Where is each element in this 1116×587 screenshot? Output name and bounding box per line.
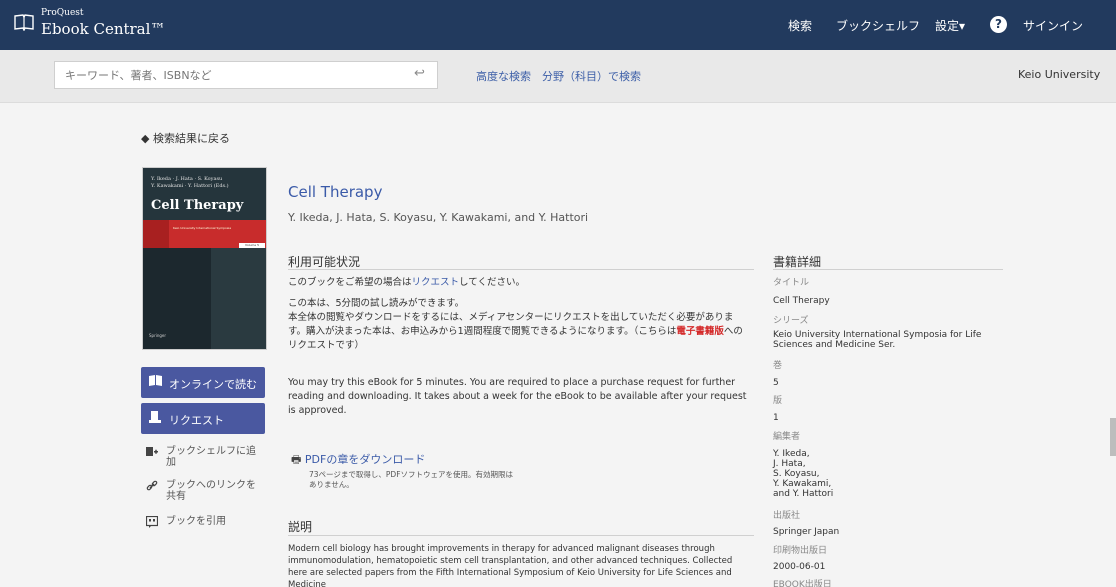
details-publisher-label: 出版社 (773, 511, 801, 521)
details-print-date-label: 印刷物出版日 (773, 546, 828, 556)
details-heading: 書籍詳細 (773, 255, 822, 269)
quote-icon (145, 515, 159, 531)
printer-icon: 🖶 (291, 453, 302, 466)
open-book-icon (149, 375, 162, 389)
book-authors: Y. Ikeda, J. Hata, S. Koyasu, Y. Kawakam… (288, 211, 589, 224)
details-edition-label: 版 (773, 396, 783, 406)
cover-publisher: Springer (149, 333, 167, 338)
logo-ebook-central[interactable]: Ebook Central™ (41, 20, 165, 38)
cite-book-link[interactable]: ブックを引用 (141, 515, 266, 531)
scrollbar-thumb[interactable] (1110, 418, 1116, 456)
cover-title: Cell Therapy (151, 198, 244, 213)
cover-series-text: Keio University International Symposia (173, 226, 232, 230)
help-icon[interactable]: ? (990, 16, 1007, 33)
ebook-version-link[interactable]: 電子書籍版 (676, 326, 724, 337)
pdf-download-note: 73ページまで取得し、PDFソフトウェアを使用。有効期限はありません。 (309, 470, 514, 489)
editor-item: Y. Kawakami, (773, 479, 832, 489)
request-button[interactable]: リクエスト (141, 403, 265, 434)
add-to-bookshelf-label: ブックシェルフに追加 (166, 446, 256, 468)
details-title-label: タイトル (773, 278, 810, 288)
request-line-post: してください。 (459, 277, 525, 288)
details-divider (773, 269, 1003, 270)
request-icon (149, 411, 161, 426)
enter-icon[interactable]: ↩ (414, 66, 425, 81)
top-bar: ProQuest Ebook Central™ 検索 ブックシェルフ 設定▾ ?… (0, 0, 1116, 50)
back-link-label: 検索結果に戻る (152, 132, 230, 145)
read-online-button[interactable]: オンラインで読む (141, 367, 265, 398)
institution-name: Keio University (1018, 68, 1101, 81)
cover-dark-block-right (211, 248, 266, 349)
description-heading: 説明 (288, 520, 313, 534)
search-bar: ↩ 高度な検索 分野（科目）で検索 Keio University (0, 50, 1116, 103)
details-publisher-value: Springer Japan (773, 527, 840, 537)
request-line-pre: このブックをご希望の場合は (288, 277, 412, 288)
pdf-download-link[interactable]: 🖶 PDFの章をダウンロード (291, 451, 425, 470)
nav-search[interactable]: 検索 (788, 17, 812, 34)
nav-bookshelf[interactable]: ブックシェルフ (836, 17, 920, 34)
link-icon (146, 480, 158, 495)
details-edition-value: 1 (773, 413, 779, 423)
availability-japanese-text: この本は、5分間の試し読みができます。本全体の閲覧やダウンロードをするには、メデ… (288, 297, 748, 353)
cover-authors-line1: Y. Ikeda · J. Hata · S. Koyasu (151, 176, 223, 182)
pdf-download-label: PDFの章をダウンロード (304, 453, 426, 466)
details-volume-label: 巻 (773, 361, 783, 371)
description-text: Modern cell biology has brought improvem… (288, 544, 733, 587)
book-cover: Y. Ikeda · J. Hata · S. Koyasu Y. Kawaka… (142, 167, 267, 350)
nav-settings[interactable]: 設定▾ (935, 17, 965, 34)
details-series-value: Keio University International Symposia f… (773, 330, 982, 350)
request-label: リクエスト (169, 414, 224, 427)
share-link-label: ブックへのリンクを共有 (166, 480, 256, 502)
logo-proquest[interactable]: ProQuest (41, 8, 84, 18)
subject-search-link[interactable]: 分野（科目）で検索 (542, 68, 641, 84)
cite-book-label: ブックを引用 (166, 516, 226, 527)
details-editors-value: Y. Ikeda, J. Hata, S. Koyasu, Y. Kawakam… (773, 449, 833, 499)
purchase-line: 本全体の閲覧やダウンロードをするには、メディアセンターにリクエストを出していただ… (288, 312, 734, 337)
availability-divider (288, 269, 754, 270)
details-ebook-date-label: EBOOK出版日 (773, 580, 832, 587)
nav-sign-in[interactable]: サインイン (1023, 17, 1083, 34)
back-to-results-link[interactable]: ◆ 検索結果に戻る (141, 130, 230, 146)
cover-red-band-left (143, 220, 169, 248)
availability-heading: 利用可能状況 (288, 255, 361, 269)
read-online-label: オンラインで読む (169, 378, 257, 391)
search-input[interactable] (54, 61, 438, 89)
add-to-bookshelf-link[interactable]: ブックシェルフに追加 (141, 446, 266, 470)
cover-authors-line2: Y. Kawakami · Y. Hattori (Eds.) (151, 183, 229, 189)
details-print-date-value: 2000-06-01 (773, 562, 826, 572)
availability-english-text: You may try this eBook for 5 minutes. Yo… (288, 377, 747, 416)
book-logo-icon[interactable] (14, 13, 34, 34)
request-inline-link[interactable]: リクエスト (412, 277, 460, 288)
arrow-left-icon: ◆ (141, 132, 150, 145)
details-volume-value: 5 (773, 378, 779, 388)
editor-item: Y. Ikeda, (773, 449, 810, 459)
book-title[interactable]: Cell Therapy (288, 183, 382, 201)
description-divider (288, 535, 754, 536)
details-editors-label: 編集者 (773, 432, 801, 442)
share-link-link[interactable]: ブックへのリンクを共有 (141, 480, 266, 504)
availability-request-line: このブックをご希望の場合はリクエストしてください。 (288, 276, 754, 290)
editor-item: S. Koyasu, (773, 469, 820, 479)
details-series-label: シリーズ (773, 316, 809, 326)
details-title-value: Cell Therapy (773, 296, 830, 306)
advanced-search-link[interactable]: 高度な検索 (476, 68, 531, 84)
bookshelf-add-icon (146, 446, 158, 461)
editor-item: and Y. Hattori (773, 489, 834, 499)
trial-line: この本は、5分間の試し読みができます。 (288, 298, 465, 309)
editor-item: J. Hata, (773, 459, 806, 469)
